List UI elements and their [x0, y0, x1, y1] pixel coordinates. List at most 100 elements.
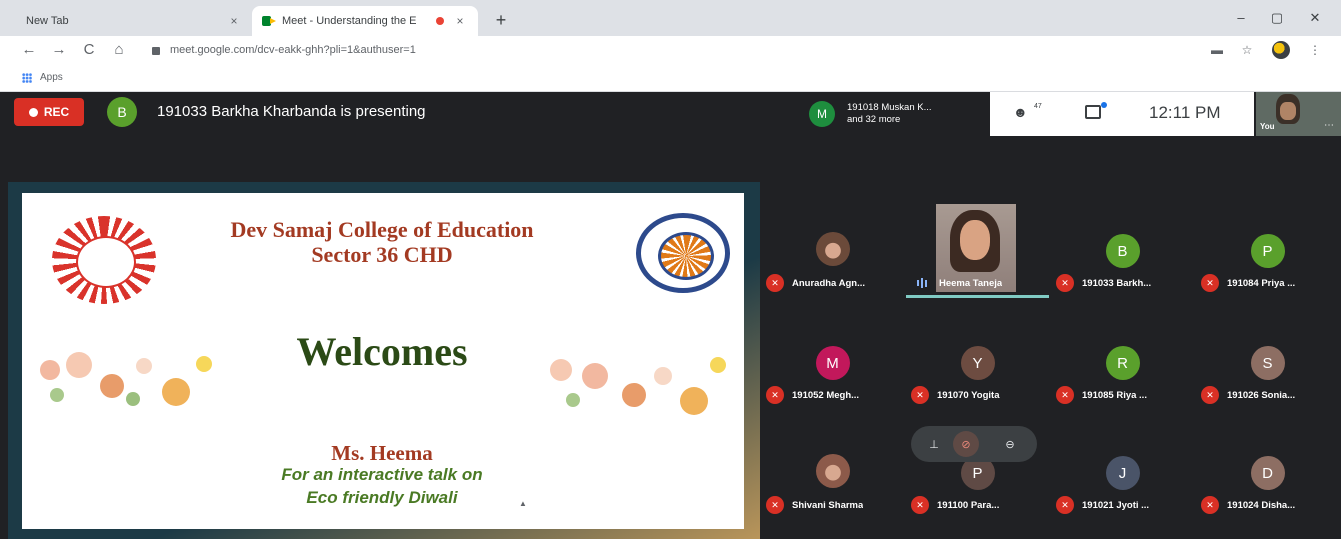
- participant-name: 191021 Jyoti ...: [1082, 499, 1150, 511]
- meet-favicon-icon: [262, 15, 276, 27]
- participant-avatar: J: [1105, 456, 1140, 490]
- more-options-icon[interactable]: ⋯: [1324, 120, 1334, 131]
- participant-name-row: ✕ 191033 Barkh...: [1056, 274, 1196, 292]
- url-text: meet.google.com/dcv-eakk-ghh?pli=1&authu…: [170, 44, 416, 56]
- participant-photo: [815, 232, 850, 266]
- address-bar[interactable]: meet.google.com/dcv-eakk-ghh?pli=1&authu…: [140, 39, 1200, 61]
- participant-name-row: ✕ 191026 Sonia...: [1201, 386, 1341, 404]
- mic-off-icon: ✕: [1201, 496, 1219, 514]
- joined-avatar: M: [809, 101, 835, 127]
- recording-badge: REC: [14, 98, 84, 126]
- lock-icon: [152, 47, 160, 55]
- mic-off-icon: ✕: [1201, 386, 1219, 404]
- profile-avatar-icon[interactable]: [1272, 41, 1290, 59]
- mic-off-icon: ✕: [1056, 274, 1074, 292]
- participant-tile[interactable]: R ✕ 191085 Riya ...: [1050, 316, 1195, 424]
- joined-text: 191018 Muskan K... and 32 more: [847, 102, 932, 126]
- tab-close-icon[interactable]: ×: [226, 14, 242, 28]
- participant-name: 191052 Megh...: [792, 389, 860, 401]
- participant-avatar: M: [815, 346, 850, 380]
- apps-grid-icon[interactable]: [22, 72, 32, 83]
- participant-avatar: B: [1105, 234, 1140, 268]
- participant-name-row: ✕ 191052 Megh...: [766, 386, 906, 404]
- record-dot-icon: [28, 107, 38, 117]
- bookmark-star-icon[interactable]: ☆: [1238, 41, 1256, 59]
- flower-decoration: [30, 348, 220, 414]
- college-logo: [52, 216, 156, 304]
- new-tab-button[interactable]: +: [490, 9, 512, 31]
- remove-participant-icon[interactable]: ⊖: [997, 431, 1023, 457]
- participant-tile[interactable]: J ✕ 191021 Jyoti ...: [1050, 426, 1195, 534]
- participant-tile[interactable]: ✕ Shivani Sharma: [760, 426, 905, 534]
- participant-avatar: P: [1250, 234, 1285, 268]
- window-minimize-button[interactable]: –: [1226, 8, 1256, 28]
- participant-tile[interactable]: Y ✕ 191070 Yogita: [905, 316, 1050, 424]
- mic-off-icon: ✕: [1056, 386, 1074, 404]
- browser-chrome: New Tab × Meet - Understanding the E × +…: [0, 0, 1341, 92]
- participant-name-row: ✕ 191021 Jyoti ...: [1056, 496, 1196, 514]
- mic-off-icon: ✕: [1056, 496, 1074, 514]
- presenting-status: 191033 Barkha Kharbanda is presenting: [157, 103, 426, 120]
- forward-arrow-icon[interactable]: →: [48, 39, 70, 61]
- mic-off-icon: ✕: [1201, 274, 1219, 292]
- participant-name: 191070 Yogita: [937, 389, 1000, 401]
- tab-close-icon[interactable]: ×: [452, 14, 468, 28]
- apps-bookmark[interactable]: Apps: [40, 72, 63, 83]
- chat-icon[interactable]: [1085, 105, 1101, 119]
- window-maximize-button[interactable]: ▢: [1262, 8, 1292, 28]
- home-icon[interactable]: ⌂: [108, 39, 130, 61]
- mouse-cursor-icon: ▲: [519, 499, 527, 508]
- participant-name: 191024 Disha...: [1227, 499, 1296, 511]
- bookmarks-bar: Apps: [0, 64, 1341, 92]
- back-arrow-icon[interactable]: ←: [18, 39, 40, 61]
- participant-tile[interactable]: P ✕ 191084 Priya ...: [1195, 204, 1340, 312]
- tab-strip: New Tab × Meet - Understanding the E × +…: [0, 0, 1341, 36]
- participant-tile[interactable]: M ✕ 191052 Megh...: [760, 316, 905, 424]
- participant-name: 191084 Priya ...: [1227, 277, 1296, 289]
- college-line-1: Dev Samaj College of Education: [230, 217, 534, 242]
- cast-icon[interactable]: ▬: [1208, 41, 1226, 59]
- slide-welcome: Welcomes: [296, 329, 468, 374]
- browser-menu-icon[interactable]: ⋮: [1306, 41, 1324, 59]
- participant-grid: ✕ Anuradha Agn... Heema Taneja B ✕ 191033 Bar…: [760, 204, 1341, 539]
- tab-meet[interactable]: Meet - Understanding the E ×: [252, 6, 478, 36]
- mic-off-icon: ✕: [766, 386, 784, 404]
- window-close-button[interactable]: ✕: [1300, 8, 1330, 28]
- tab-new-tab[interactable]: New Tab ×: [16, 6, 252, 36]
- joined-line-1: 191018 Muskan K...: [847, 102, 932, 113]
- participant-tile[interactable]: D ✕ 191024 Disha...: [1195, 426, 1340, 534]
- participant-tile[interactable]: ✕ Anuradha Agn...: [760, 204, 905, 312]
- tile-hover-controls: ⊥ ⊘ ⊖: [911, 426, 1037, 462]
- speaking-indicator-icon: [917, 277, 929, 289]
- participant-name: 191026 Sonia...: [1227, 389, 1296, 401]
- presentation-slide: Dev Samaj College of Education Sector 36…: [22, 193, 744, 529]
- participant-avatar: D: [1250, 456, 1285, 490]
- recording-indicator-icon: [436, 17, 444, 25]
- participant-name-row: ✕ Shivani Sharma: [766, 496, 906, 514]
- participant-tile[interactable]: B ✕ 191033 Barkh...: [1050, 204, 1195, 312]
- participant-avatar: R: [1105, 346, 1140, 380]
- seal-logo: [636, 213, 730, 293]
- participant-avatar: Y: [960, 346, 995, 380]
- participant-name: 191033 Barkh...: [1082, 277, 1152, 289]
- self-label: You: [1260, 122, 1275, 131]
- flower-decoration: [542, 353, 732, 419]
- self-video-feed: [1276, 94, 1300, 124]
- participant-name: Shivani Sharma: [792, 499, 864, 511]
- participant-tile[interactable]: S ✕ 191026 Sonia...: [1195, 316, 1340, 424]
- tab-title: Meet - Understanding the E: [282, 15, 417, 27]
- chat-notification-dot: [1101, 102, 1107, 108]
- self-video-tile[interactable]: You ⋯: [1256, 92, 1341, 136]
- reload-icon[interactable]: C: [78, 39, 100, 61]
- participant-name: Anuradha Agn...: [792, 277, 866, 289]
- participant-name: 191100 Para...: [937, 499, 1000, 511]
- participant-name-row: ✕ 191070 Yogita: [911, 386, 1051, 404]
- college-line-2: Sector 36 CHD: [311, 242, 453, 267]
- mute-participant-icon[interactable]: ⊘: [953, 431, 979, 457]
- mic-off-icon: ✕: [911, 386, 929, 404]
- participant-name: Heema Taneja: [939, 277, 1003, 289]
- participant-tile[interactable]: Heema Taneja: [905, 204, 1050, 312]
- meet-top-bar: REC B 191033 Barkha Kharbanda is present…: [0, 92, 1341, 136]
- pin-icon[interactable]: ⊥: [921, 431, 947, 457]
- mic-off-icon: ✕: [911, 496, 929, 514]
